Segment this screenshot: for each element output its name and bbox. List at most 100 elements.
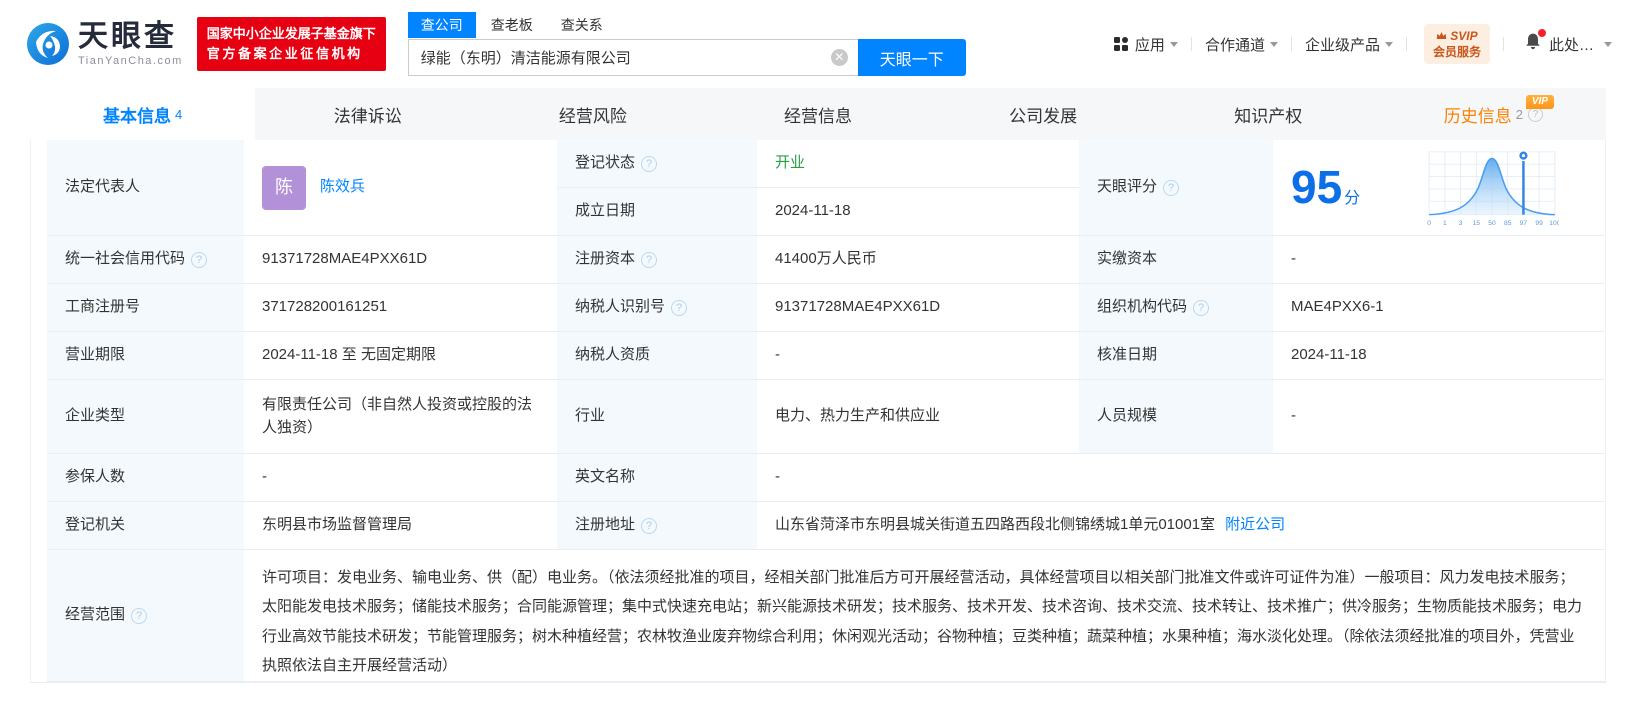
tab-development-label: 公司发展 bbox=[1009, 106, 1078, 126]
staff-size-label: 人员规模 bbox=[1079, 380, 1273, 454]
business-scope-label: 经营范围 bbox=[47, 550, 244, 682]
staff-size-value: - bbox=[1273, 380, 1605, 454]
reg-capital-value: 41400万人民币 bbox=[757, 236, 1079, 284]
clear-search-icon[interactable] bbox=[830, 49, 848, 66]
taxpayer-id-value: 91371728MAE4PXX61D bbox=[757, 284, 1079, 332]
svip-label: SVIP bbox=[1450, 28, 1478, 43]
reg-authority-value: 东明县市场监督管理局 bbox=[244, 502, 557, 550]
tab-business-label: 经营信息 bbox=[783, 106, 852, 126]
chevron-down-icon bbox=[1384, 41, 1393, 47]
divider bbox=[1502, 37, 1504, 51]
svg-text:50: 50 bbox=[1488, 220, 1496, 227]
tab-operational-risk[interactable]: 经营风险 bbox=[480, 88, 705, 140]
legal-rep-name-link[interactable]: 陈效兵 bbox=[320, 176, 365, 199]
credit-code-value: 91371728MAE4PXX61D bbox=[244, 236, 557, 284]
chevron-down-icon bbox=[1269, 41, 1278, 47]
score-label: 天眼评分 bbox=[1079, 140, 1273, 236]
establish-date-value: 2024-11-18 bbox=[757, 188, 1079, 236]
crown-icon bbox=[1437, 32, 1447, 40]
divider bbox=[1290, 37, 1292, 51]
svg-text:100: 100 bbox=[1549, 220, 1559, 227]
tab-legal-proceedings[interactable]: 法律诉讼 bbox=[255, 88, 480, 140]
menu-enterprise-label: 企业级产品 bbox=[1304, 36, 1380, 54]
reg-status-value: 开业 bbox=[757, 140, 1079, 188]
english-name-value: - bbox=[757, 454, 1605, 502]
help-icon[interactable] bbox=[1163, 179, 1180, 196]
search-tab-boss[interactable]: 查老板 bbox=[478, 12, 546, 38]
divider bbox=[1405, 37, 1407, 51]
help-icon[interactable] bbox=[671, 299, 688, 316]
svg-text:0: 0 bbox=[1427, 220, 1431, 227]
apps-grid-icon bbox=[1113, 37, 1128, 51]
tab-history-info[interactable]: VIP 历史信息 2 bbox=[1381, 88, 1606, 140]
menu-item-enterprise[interactable]: 企业级产品 bbox=[1305, 34, 1393, 55]
help-icon[interactable] bbox=[641, 155, 658, 172]
svip-member-button[interactable]: SVIP 会员服务 bbox=[1423, 23, 1490, 65]
score-value: 95 分 0 1 3 15 50 85 97 99 10 bbox=[1273, 140, 1605, 236]
svg-text:99: 99 bbox=[1535, 220, 1543, 227]
basic-info-table: 法定代表人 陈 陈效兵 登记状态 开业 成立日期 2024-11-18 天眼评分… bbox=[30, 140, 1606, 683]
industry-value: 电力、热力生产和供应业 bbox=[757, 380, 1079, 454]
taxpayer-quality-label: 纳税人资质 bbox=[557, 332, 757, 380]
search-button[interactable]: 天眼一下 bbox=[857, 39, 966, 76]
menu-item-cooperation[interactable]: 合作通道 bbox=[1205, 34, 1278, 55]
menu-apps-label: 应用 bbox=[1134, 36, 1165, 54]
chevron-down-icon bbox=[1604, 41, 1612, 47]
user-account-menu[interactable]: 此处… bbox=[1549, 34, 1612, 55]
top-header: 天眼查 TianYanCha.com 国家中小企业发展子基金旗下 官方备案企业征… bbox=[0, 0, 1636, 88]
insured-count-label: 参保人数 bbox=[47, 454, 244, 502]
help-icon[interactable] bbox=[131, 607, 148, 624]
paid-capital-label: 实缴资本 bbox=[1079, 236, 1273, 284]
tianyancha-logo[interactable]: 天眼查 TianYanCha.com bbox=[26, 21, 183, 67]
help-icon[interactable] bbox=[641, 517, 658, 534]
tab-risk-label: 经营风险 bbox=[558, 106, 627, 126]
search-input[interactable] bbox=[407, 39, 858, 76]
menu-cooperation-label: 合作通道 bbox=[1204, 36, 1265, 54]
svg-text:97: 97 bbox=[1520, 220, 1528, 227]
tab-intellectual-property[interactable]: 知识产权 bbox=[1156, 88, 1381, 140]
company-type-value: 有限责任公司（非自然人投资或控股的法人独资） bbox=[244, 380, 557, 454]
reg-capital-label: 注册资本 bbox=[557, 236, 757, 284]
help-icon[interactable] bbox=[191, 251, 208, 268]
search-tab-company[interactable]: 查公司 bbox=[407, 12, 476, 38]
score-unit: 分 bbox=[1344, 190, 1361, 207]
help-icon[interactable] bbox=[1193, 299, 1210, 316]
legal-rep-value: 陈 陈效兵 bbox=[244, 140, 557, 236]
tab-basic-info[interactable]: 基本信息 4 bbox=[30, 88, 256, 140]
business-term-label: 营业期限 bbox=[47, 332, 244, 380]
search-tab-relation[interactable]: 查关系 bbox=[548, 12, 616, 38]
tab-basic-info-count: 4 bbox=[174, 106, 183, 122]
company-type-label: 企业类型 bbox=[47, 380, 244, 454]
insured-count-value: - bbox=[244, 454, 557, 502]
search-area: 查公司 查老板 查关系 天眼一下 bbox=[407, 12, 966, 76]
approval-date-label: 核准日期 bbox=[1079, 332, 1273, 380]
notification-bell-button[interactable] bbox=[1523, 29, 1546, 56]
reg-number-value: 371728200161251 bbox=[244, 284, 557, 332]
reg-address-label: 注册地址 bbox=[557, 502, 757, 550]
header-menu: 应用 合作通道 企业级产品 SVIP 会员服务 此处… bbox=[1113, 23, 1612, 65]
chevron-down-icon bbox=[1169, 41, 1178, 47]
taxpayer-quality-value: - bbox=[757, 332, 1079, 380]
tab-history-label: 历史信息 bbox=[1443, 106, 1512, 126]
logo-domain-text: TianYanCha.com bbox=[78, 54, 183, 67]
svg-text:15: 15 bbox=[1473, 220, 1481, 227]
svg-text:85: 85 bbox=[1504, 220, 1512, 227]
legal-rep-avatar[interactable]: 陈 bbox=[262, 165, 306, 210]
section-tab-bar: 基本信息 4 法律诉讼 经营风险 经营信息 公司发展 知识产权 VIP 历史信息… bbox=[30, 88, 1606, 140]
help-icon[interactable] bbox=[641, 251, 658, 268]
nearby-companies-link[interactable]: 附近公司 bbox=[1225, 514, 1285, 537]
reg-authority-label: 登记机关 bbox=[47, 502, 244, 550]
vip-badge: VIP bbox=[1525, 95, 1554, 109]
tab-ip-label: 知识产权 bbox=[1234, 106, 1303, 126]
tab-business-info[interactable]: 经营信息 bbox=[705, 88, 930, 140]
svg-text:1: 1 bbox=[1443, 220, 1447, 227]
reg-status-label: 登记状态 bbox=[557, 140, 757, 188]
certification-badge: 国家中小企业发展子基金旗下 官方备案企业征信机构 bbox=[196, 16, 386, 72]
menu-item-apps[interactable]: 应用 bbox=[1113, 34, 1178, 55]
english-name-label: 英文名称 bbox=[557, 454, 757, 502]
org-code-value: MAE4PXX6-1 bbox=[1273, 284, 1605, 332]
tab-company-development[interactable]: 公司发展 bbox=[931, 88, 1156, 140]
certification-badge-line2: 官方备案企业征信机构 bbox=[206, 46, 363, 61]
reg-number-label: 工商注册号 bbox=[47, 284, 244, 332]
tab-basic-info-label: 基本信息 bbox=[102, 106, 171, 126]
